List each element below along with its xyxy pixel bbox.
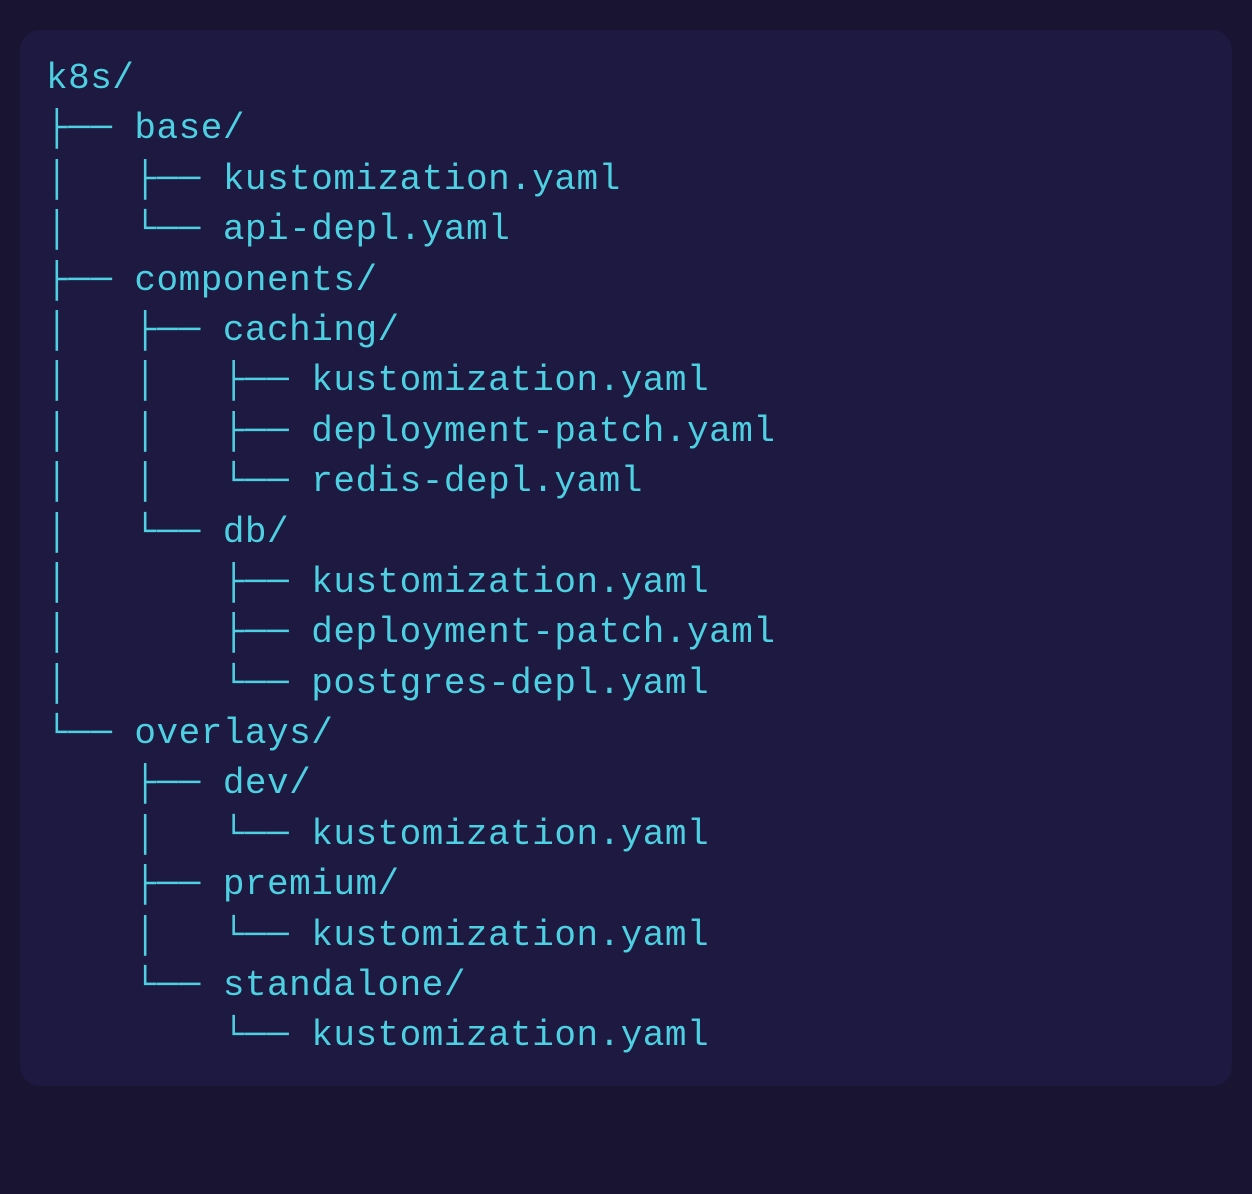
tree-line: │ └── db/ [46, 508, 1206, 558]
tree-line: │ └── kustomization.yaml [46, 810, 1206, 860]
tree-line: │ │ ├── kustomization.yaml [46, 356, 1206, 406]
tree-line: │ └── api-depl.yaml [46, 205, 1206, 255]
file-tree: k8s/ ├── base/ │ ├── kustomization.yaml … [20, 30, 1232, 1086]
tree-line: ├── dev/ [46, 759, 1206, 809]
tree-line: │ │ └── redis-depl.yaml [46, 457, 1206, 507]
tree-root: k8s/ [46, 54, 1206, 104]
tree-line: ├── components/ [46, 256, 1206, 306]
tree-line: └── standalone/ [46, 961, 1206, 1011]
tree-line: ├── base/ [46, 104, 1206, 154]
tree-line: ├── premium/ [46, 860, 1206, 910]
tree-line: └── kustomization.yaml [46, 1011, 1206, 1061]
tree-line: │ ├── kustomization.yaml [46, 155, 1206, 205]
tree-line: │ └── postgres-depl.yaml [46, 659, 1206, 709]
tree-line: │ └── kustomization.yaml [46, 911, 1206, 961]
tree-line: │ │ ├── deployment-patch.yaml [46, 407, 1206, 457]
tree-line: │ ├── caching/ [46, 306, 1206, 356]
tree-line: │ ├── deployment-patch.yaml [46, 608, 1206, 658]
tree-line: └── overlays/ [46, 709, 1206, 759]
tree-line: │ ├── kustomization.yaml [46, 558, 1206, 608]
